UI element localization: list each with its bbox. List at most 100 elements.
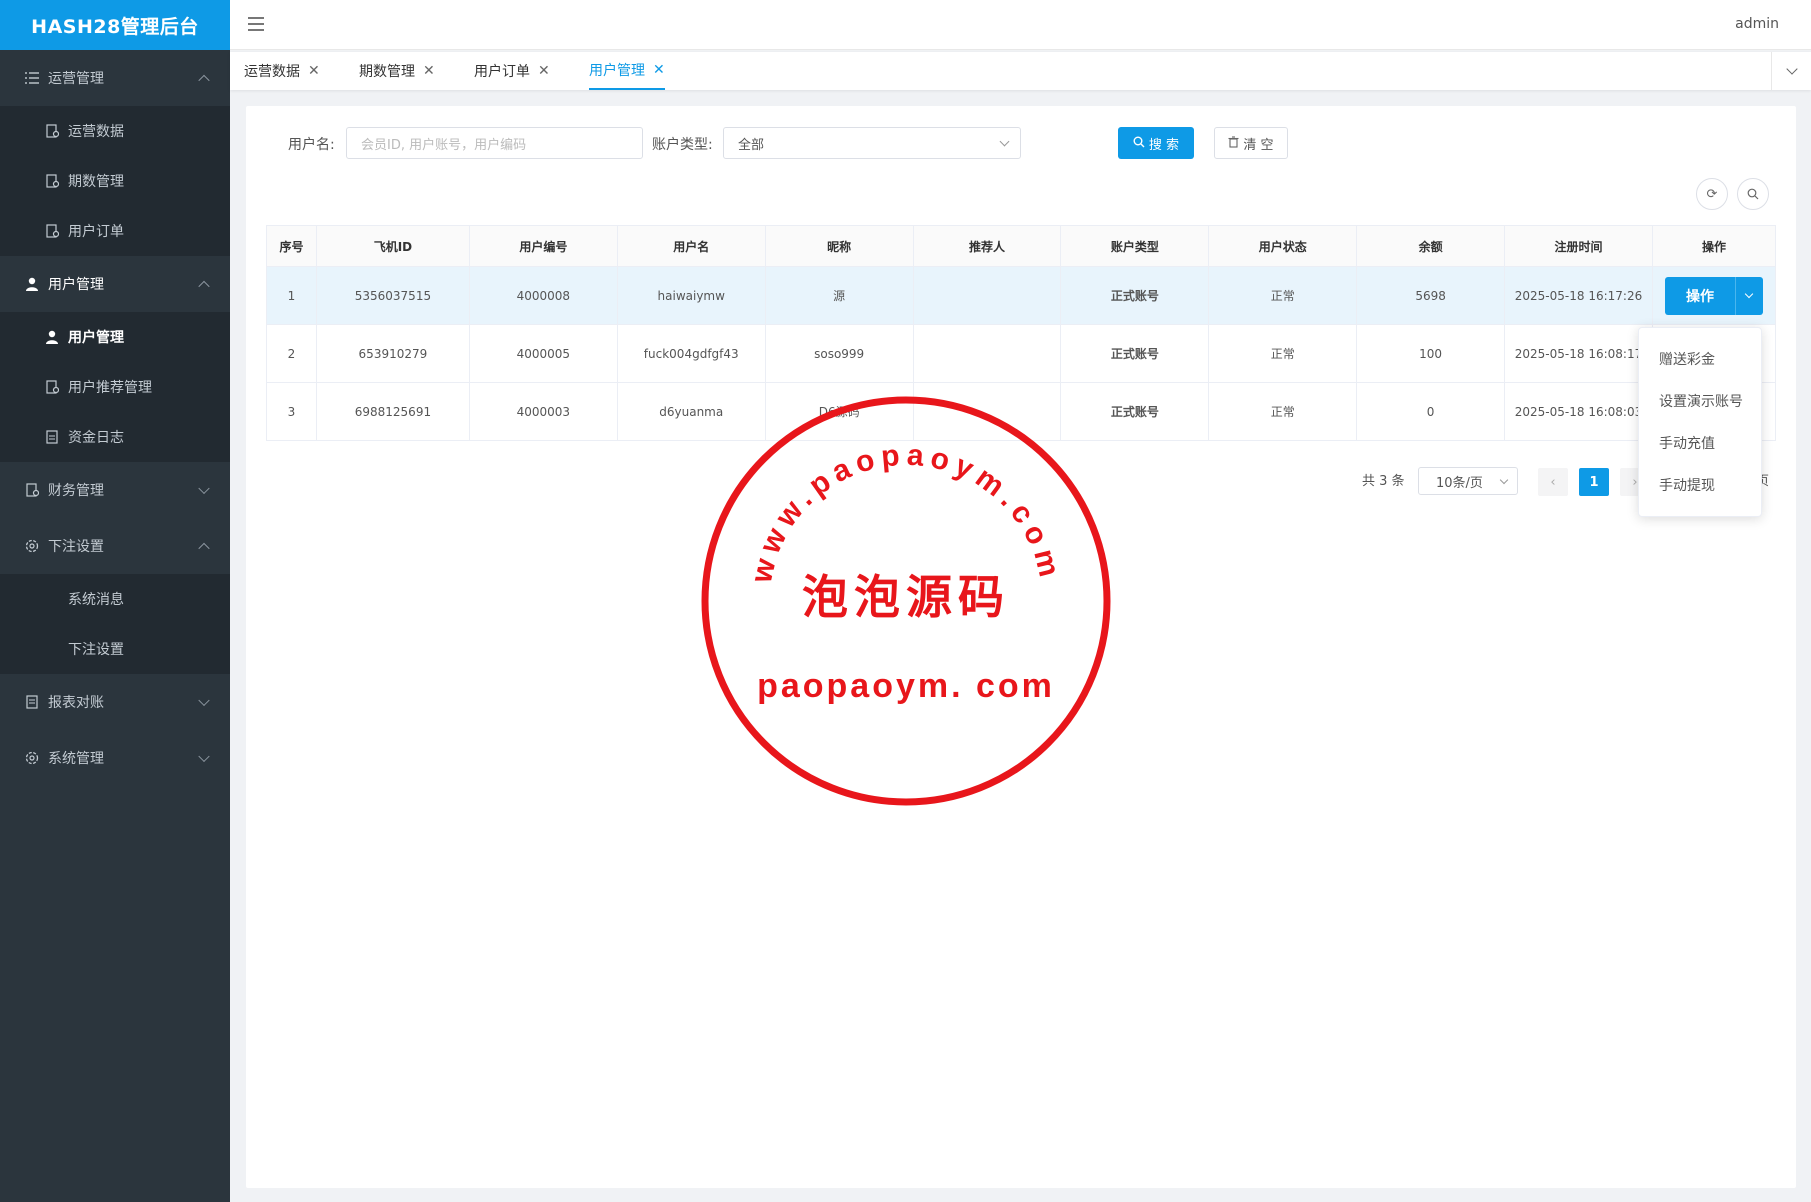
menu-group-system[interactable]: 系统管理: [0, 730, 230, 786]
table-row[interactable]: 1 5356037515 4000008 haiwaiymw 源 正式账号 正常…: [266, 266, 1777, 325]
menu-item-gift-bonus[interactable]: 赠送彩金: [1639, 338, 1761, 380]
table-cell: 2025-05-18 16:08:17: [1504, 324, 1653, 383]
menu-item-set-demo-account[interactable]: 设置演示账号: [1639, 380, 1761, 422]
account-type-cell: 正式账号: [1060, 324, 1210, 383]
column-header: 操作: [1651, 225, 1777, 267]
menu-group-finance[interactable]: 财务管理: [0, 462, 230, 518]
menu-group-label: 报表对账: [48, 695, 104, 711]
document-icon: [44, 123, 60, 139]
sidebar-item-user-management[interactable]: 用户管理: [0, 312, 230, 362]
table-cell: [912, 324, 1062, 383]
tab-label: 期数管理: [359, 64, 415, 80]
refresh-icon[interactable]: ⟳: [1696, 178, 1728, 210]
menu-group-label: 财务管理: [48, 483, 104, 499]
tab-label: 用户管理: [589, 63, 645, 79]
column-header: 飞机ID: [315, 225, 470, 267]
account-type-label: 账户类型:: [652, 137, 713, 153]
sidebar-item-label: 用户管理: [68, 330, 124, 346]
trash-icon: [1228, 135, 1239, 151]
menu-group-reports[interactable]: 报表对账: [0, 674, 230, 730]
menu-group-label: 运营管理: [48, 71, 104, 87]
sidebar-item-bet-settings[interactable]: 下注设置: [0, 624, 230, 674]
close-icon[interactable]: ✕: [423, 63, 435, 79]
content-card: 用户名: 会员ID, 用户账号，用户编码 账户类型: 全部 搜 索 清 空 ⟳: [246, 106, 1796, 1188]
chevron-up-icon: [198, 542, 210, 555]
user-menu[interactable]: admin: [1735, 16, 1779, 32]
search-form: 用户名: 会员ID, 用户账号，用户编码 账户类型: 全部 搜 索 清 空: [288, 127, 1288, 159]
menu-item-manual-withdraw[interactable]: 手动提现: [1639, 464, 1761, 506]
action-dropdown-toggle[interactable]: [1734, 276, 1763, 315]
close-icon[interactable]: ✕: [308, 63, 320, 79]
column-header: 账户类型: [1060, 225, 1210, 267]
tab-user-management[interactable]: 用户管理 ✕: [589, 52, 665, 90]
page-number-button[interactable]: 1: [1579, 468, 1609, 496]
column-header: 序号: [266, 225, 317, 267]
action-cell: 操作: [1651, 266, 1777, 325]
page-size-select[interactable]: 10条/页: [1418, 467, 1518, 495]
close-icon[interactable]: ✕: [538, 63, 550, 79]
table-row[interactable]: 3 6988125691 4000003 d6yuanma D6源码 正式账号 …: [266, 382, 1777, 441]
sidebar-item-label: 资金日志: [68, 430, 124, 446]
search-button[interactable]: 搜 索: [1118, 127, 1194, 159]
sidebar-item-system-messages[interactable]: 系统消息: [0, 574, 230, 624]
table-cell: 1: [266, 266, 317, 325]
top-bar: admin: [230, 0, 1811, 50]
sidebar-item-label: 用户推荐管理: [68, 380, 152, 396]
menu-group-operations[interactable]: 运营管理: [0, 50, 230, 106]
table-cell: soso999: [764, 324, 914, 383]
sidebar-item-referral[interactable]: 用户推荐管理: [0, 362, 230, 412]
menu-group-label: 用户管理: [48, 277, 104, 293]
search-icon[interactable]: [1737, 178, 1769, 210]
column-header: 用户名: [616, 225, 766, 267]
table-cell: 正常: [1208, 324, 1358, 383]
table-cell: [912, 382, 1062, 441]
sidebar-item-label: 用户订单: [68, 224, 124, 240]
tab-operations-data[interactable]: 运营数据 ✕: [244, 52, 320, 90]
column-header: 余额: [1356, 225, 1506, 267]
sidebar-item-label: 运营数据: [68, 124, 124, 140]
table-cell: 5698: [1356, 266, 1506, 325]
close-icon[interactable]: ✕: [653, 62, 665, 78]
account-type-cell: 正式账号: [1060, 382, 1210, 441]
tab-period[interactable]: 期数管理 ✕: [359, 52, 435, 90]
username-input[interactable]: 会员ID, 用户账号，用户编码: [346, 127, 643, 159]
document-icon: [44, 173, 60, 189]
tabs-more-button[interactable]: [1771, 52, 1811, 90]
table-cell: d6yuanma: [616, 382, 766, 441]
chevron-up-icon: [198, 280, 210, 293]
user-table: 序号 飞机ID 用户编号 用户名 昵称 推荐人 账户类型 用户状态 余额 注册时…: [266, 225, 1777, 441]
document-icon: [44, 223, 60, 239]
tab-user-orders[interactable]: 用户订单 ✕: [474, 52, 550, 90]
sidebar-item-user-orders[interactable]: 用户订单: [0, 206, 230, 256]
column-header: 用户编号: [468, 225, 618, 267]
sidebar-item-label: 下注设置: [68, 642, 124, 658]
sidebar-item-label: 期数管理: [68, 174, 124, 190]
column-header: 注册时间: [1504, 225, 1653, 267]
sidebar: HASH28管理后台 运营管理 运营数据 期数管理 用户订单 用户管理 用户管理…: [0, 0, 230, 1202]
clear-button[interactable]: 清 空: [1214, 127, 1288, 159]
sidebar-item-fund-log[interactable]: 资金日志: [0, 412, 230, 462]
table-cell: 6988125691: [315, 382, 470, 441]
menu-group-bet-settings[interactable]: 下注设置: [0, 518, 230, 574]
account-type-cell: 正式账号: [1060, 266, 1210, 325]
table-cell: 源: [764, 266, 914, 325]
sidebar-item-period[interactable]: 期数管理: [0, 156, 230, 206]
document-icon: [44, 379, 60, 395]
table-row[interactable]: 2 653910279 4000005 fuck004gdfgf43 soso9…: [266, 324, 1777, 383]
sidebar-item-operations-data[interactable]: 运营数据: [0, 106, 230, 156]
prev-page-button[interactable]: ‹: [1538, 468, 1568, 496]
menu-group-users[interactable]: 用户管理: [0, 256, 230, 312]
menu-group-label: 系统管理: [48, 751, 104, 767]
account-type-select[interactable]: 全部: [723, 127, 1021, 159]
table-cell: 2: [266, 324, 317, 383]
hamburger-menu-icon[interactable]: [248, 17, 264, 31]
chevron-down-icon: [198, 482, 210, 495]
gear-icon: [24, 538, 40, 554]
column-header: 用户状态: [1208, 225, 1358, 267]
table-cell: [912, 266, 1062, 325]
action-button[interactable]: 操作: [1664, 276, 1735, 315]
menu-item-manual-recharge[interactable]: 手动充值: [1639, 422, 1761, 464]
table-cell: 4000003: [468, 382, 618, 441]
chevron-down-icon: [999, 136, 1010, 147]
document-icon: [24, 482, 40, 498]
